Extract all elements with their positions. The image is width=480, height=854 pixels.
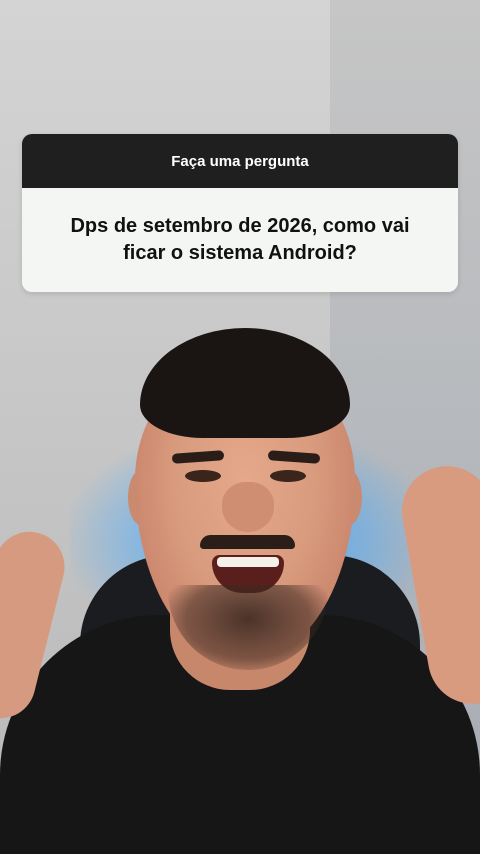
presenter-eye-left <box>185 470 221 482</box>
presenter-nose <box>222 482 274 532</box>
question-sticker-body: Dps de setembro de 2026, como vai ficar … <box>22 188 458 292</box>
presenter-eye-right <box>270 470 306 482</box>
question-sticker-header: Faça uma pergunta <box>22 134 458 188</box>
question-sticker[interactable]: Faça uma pergunta Dps de setembro de 202… <box>22 134 458 292</box>
presenter-teeth <box>217 557 279 567</box>
video-frame[interactable]: Faça uma pergunta Dps de setembro de 202… <box>0 0 480 854</box>
question-sticker-title: Faça uma pergunta <box>171 152 309 170</box>
question-text: Dps de setembro de 2026, como vai ficar … <box>70 215 410 264</box>
presenter-mustache <box>200 535 295 549</box>
